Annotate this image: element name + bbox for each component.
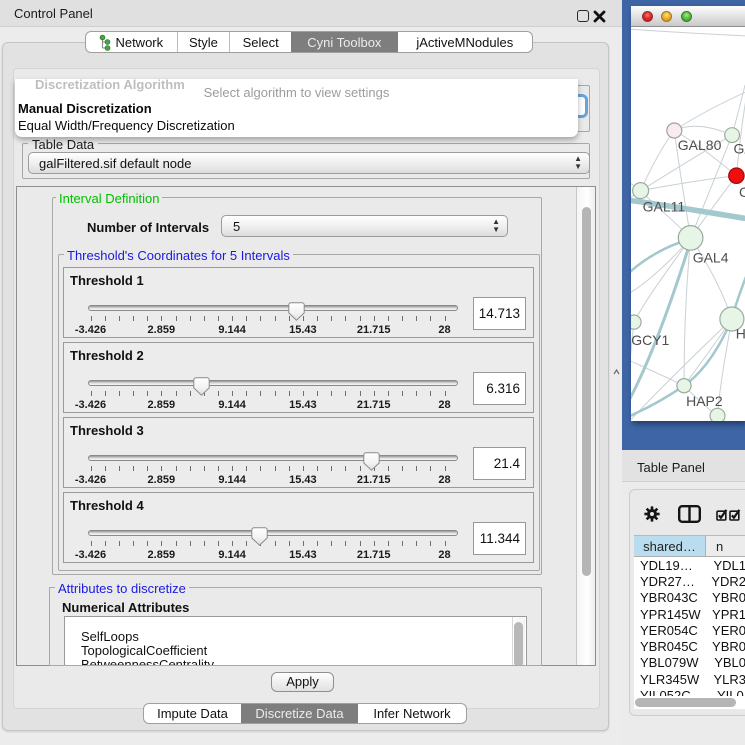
- svg-text:GCY1: GCY1: [631, 332, 669, 348]
- svg-text:GAL11: GAL11: [643, 198, 686, 214]
- svg-text:GAL4: GAL4: [693, 250, 729, 266]
- svg-text:GAL80: GAL80: [678, 137, 722, 153]
- svg-text:GA: GA: [734, 141, 745, 157]
- svg-text:C: C: [739, 184, 745, 200]
- svg-text:H: H: [736, 326, 745, 342]
- svg-text:HAP2: HAP2: [686, 393, 723, 409]
